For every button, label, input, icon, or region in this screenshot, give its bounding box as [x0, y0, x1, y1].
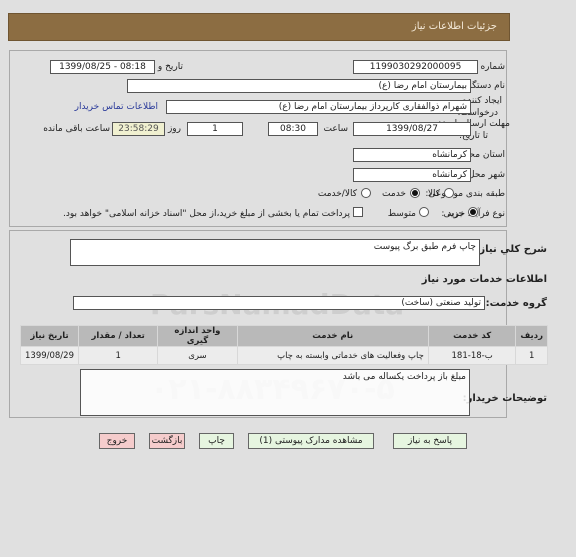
reply-button[interactable]: پاسخ به نیاز [393, 433, 467, 449]
process-minor-label: جزیی [443, 209, 464, 219]
process-medium-label: متوسط [387, 209, 416, 219]
services-table: ردیف کد خدمت نام خدمت واحد اندازه گیری ت… [20, 325, 548, 365]
table-row: 1 ب-18-181 چاپ وفعالیت های خدماتی وابسته… [20, 346, 548, 365]
category-radio-goods-service[interactable] [361, 188, 371, 198]
city-field: کرمانشاه [353, 168, 471, 182]
back-button[interactable]: بازگشت [149, 433, 185, 449]
cell-quantity: 1 [77, 346, 159, 365]
category-radio-goods[interactable] [444, 188, 454, 198]
print-button[interactable]: چاپ [199, 433, 234, 449]
col-need-date: تاریخ نیاز [20, 325, 79, 347]
exit-button[interactable]: خروج [99, 433, 135, 449]
cell-service-name: چاپ وفعالیت های خدماتی وابسته به چاپ [236, 346, 429, 365]
col-service-name: نام خدمت [236, 325, 429, 347]
process-radio-medium[interactable] [419, 207, 429, 217]
general-desc-field: چاپ فرم طبق برگ پیوست [70, 239, 480, 266]
general-desc-label: شرح کلي نیاز: [475, 244, 547, 255]
cell-service-code: ب-18-181 [427, 346, 517, 365]
service-group-field: تولید صنعتی (ساخت) [73, 296, 485, 310]
category-service-label: خدمت [382, 189, 406, 199]
remaining-time-field: 23:58:29 [112, 122, 165, 136]
deadline-time-field: 08:30 [268, 122, 318, 136]
category-radio-service[interactable] [410, 188, 420, 198]
services-section-title: اطلاعات خدمات مورد نیاز [421, 274, 547, 285]
creator-field: شهرام ذوالفقاری کارپرداز بیمارستان امام … [166, 100, 471, 114]
col-row: ردیف [515, 325, 548, 347]
remaining-time-label: ساعت باقی مانده [43, 124, 110, 134]
cell-row: 1 [515, 346, 548, 365]
deadline-date-field: 1399/08/27 [353, 122, 471, 136]
buyer-org-field: بیمارستان امام رضا (ع) [127, 79, 471, 93]
need-number-field: 1199030292000095 [353, 60, 478, 74]
cell-need-date: 1399/08/29 [20, 346, 79, 365]
col-unit: واحد اندازه گیری [157, 325, 238, 347]
days-field: 1 [187, 122, 243, 136]
page-title: جزئیات اطلاعات نیاز [411, 21, 497, 32]
province-field: کرمانشاه [353, 148, 471, 162]
announce-date-field: 1399/08/25 - 08:18 [50, 60, 155, 74]
buyer-notes-label: توضیحات خریدار: [462, 393, 547, 404]
treasury-text: پرداخت تمام یا بخشی از مبلغ خرید،از محل … [62, 209, 350, 219]
col-quantity: تعداد / مقدار [77, 325, 159, 347]
buyer-contact-link[interactable]: اطلاعات تماس خریدار [75, 102, 158, 112]
view-attachments-button[interactable]: مشاهده مدارک پیوستی (1) [248, 433, 374, 449]
deadline-time-label: ساعت [323, 124, 349, 134]
service-group-label: گروه خدمت: [485, 298, 547, 309]
table-header-row: ردیف کد خدمت نام خدمت واحد اندازه گیری ت… [20, 325, 548, 347]
process-radio-minor[interactable] [468, 207, 478, 217]
col-service-code: کد خدمت [427, 325, 517, 347]
category-goods-service-label: کالا/خدمت [317, 189, 357, 199]
category-goods-label: کالا [427, 189, 440, 199]
page-header: جزئیات اطلاعات نیاز [8, 13, 510, 41]
treasury-checkbox[interactable] [353, 207, 363, 217]
buyer-notes-field: مبلغ باز پرداخت یکساله می باشد [80, 369, 470, 416]
cell-unit: سری [157, 346, 238, 365]
need-info-panel [9, 50, 507, 227]
